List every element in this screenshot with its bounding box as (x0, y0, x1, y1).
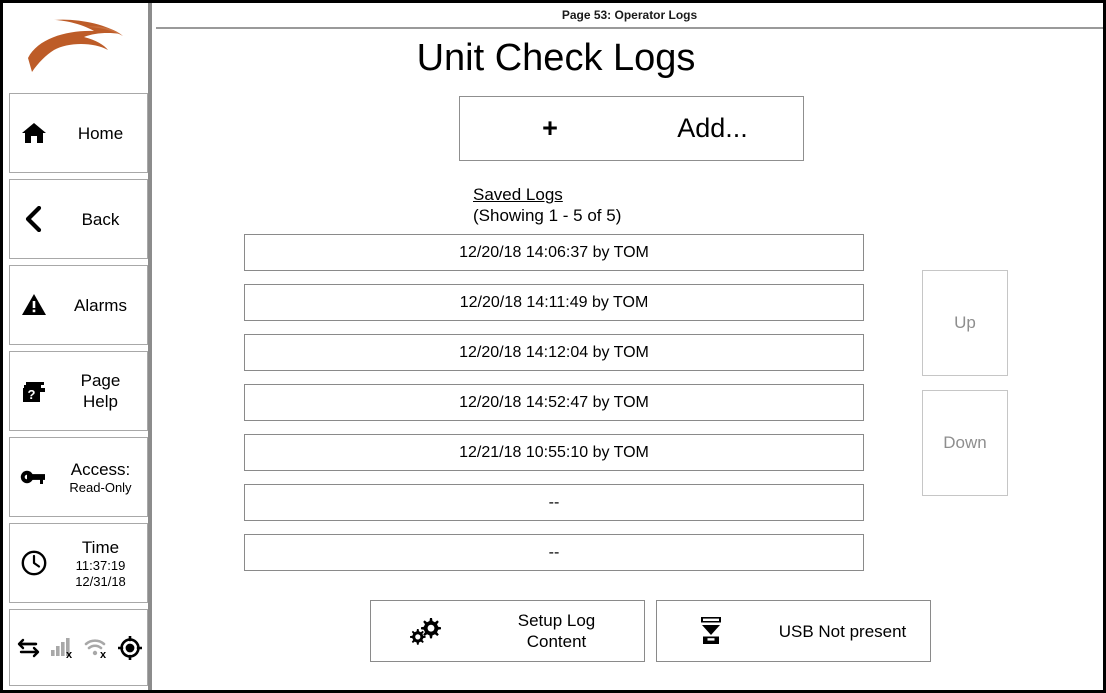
home-icon (10, 121, 58, 145)
clock-icon (10, 550, 58, 576)
sidebar-item-page-help-text: Page Help (58, 370, 147, 412)
gears-icon (371, 615, 479, 647)
usb-save-icon (657, 616, 765, 646)
page-help-icon: ? (10, 378, 58, 405)
usb-status-button[interactable]: USB Not present (656, 600, 931, 662)
sidebar-item-alarms[interactable]: Alarms (9, 265, 148, 345)
page-number-title: Page 53: Operator Logs (561, 8, 698, 22)
sidebar-item-back-text: Back (58, 209, 147, 230)
sidebar-item-time-date: 12/31/18 (75, 573, 126, 589)
svg-text:x: x (99, 649, 106, 659)
sidebar-item-access-text: Access: Read-Only (58, 459, 147, 496)
usb-status-label: USB Not present (778, 621, 907, 641)
sidebar-item-back-label: Back (81, 209, 120, 229)
setup-log-content-label: Setup Log Content (517, 611, 596, 651)
sidebar-item-home-label: Home (77, 123, 124, 143)
list-item[interactable]: 12/21/18 10:55:10 by TOM (244, 434, 864, 471)
warning-icon (10, 293, 58, 317)
svg-text:x: x (65, 649, 72, 659)
sidebar-item-page-help[interactable]: ? Page Help (9, 351, 148, 431)
sidebar-item-back[interactable]: Back (9, 179, 148, 259)
data-transfer-icon (16, 637, 40, 659)
status-icon-row: x x (10, 610, 147, 685)
page-title: Unit Check Logs (416, 37, 696, 79)
sidebar-item-page-help-label-2: Help (83, 392, 118, 411)
sidebar-item-alarms-label: Alarms (74, 295, 127, 315)
sidebar: Home Back Alarms ? Page Help Access: Rea… (3, 3, 152, 690)
scroll-down-button[interactable]: Down (922, 390, 1008, 496)
sidebar-item-time-text: Time 11:37:19 12/31/18 (58, 537, 147, 590)
sidebar-item-home-text: Home (58, 123, 147, 144)
chevron-left-icon (10, 206, 58, 232)
sidebar-item-access[interactable]: Access: Read-Only (9, 437, 148, 517)
list-item[interactable]: 12/20/18 14:06:37 by TOM (244, 234, 864, 271)
main-content: Unit Check Logs + Add... Saved Logs (Sho… (156, 29, 1103, 690)
application-window: Home Back Alarms ? Page Help Access: Rea… (0, 0, 1106, 693)
sidebar-item-time-clock: 11:37:19 (75, 557, 126, 573)
plus-icon: + (542, 113, 558, 143)
list-item[interactable]: 12/20/18 14:52:47 by TOM (244, 384, 864, 421)
saved-logs-heading: Saved Logs (Showing 1 - 5 of 5) (473, 184, 621, 226)
saved-logs-count: (Showing 1 - 5 of 5) (473, 206, 622, 225)
sidebar-status-bar[interactable]: x x (9, 609, 148, 686)
list-item[interactable]: 12/20/18 14:11:49 by TOM (244, 284, 864, 321)
wifi-off-icon: x (84, 637, 108, 659)
list-item[interactable]: -- (244, 484, 864, 521)
saved-logs-title: Saved Logs (473, 185, 563, 204)
sidebar-item-access-label: Access: (70, 459, 131, 479)
gps-target-icon (117, 635, 142, 660)
brand-logo (3, 3, 148, 89)
scroll-up-button[interactable]: Up (922, 270, 1008, 376)
key-icon (10, 468, 58, 486)
sidebar-item-home[interactable]: Home (9, 93, 148, 173)
list-item[interactable]: 12/20/18 14:12:04 by TOM (244, 334, 864, 371)
sidebar-item-time[interactable]: Time 11:37:19 12/31/18 (9, 523, 148, 603)
add-button-label: Add... (677, 113, 748, 143)
setup-log-content-button[interactable]: Setup Log Content (370, 600, 645, 662)
svg-text:?: ? (27, 387, 35, 402)
page-header: Page 53: Operator Logs (156, 3, 1103, 29)
add-button[interactable]: + Add... (459, 96, 804, 161)
sidebar-item-page-help-label-1: Page (80, 371, 121, 390)
cell-signal-off-icon: x (50, 637, 74, 659)
sidebar-item-time-label: Time (81, 537, 120, 557)
swoosh-arrow-logo (24, 18, 128, 74)
sidebar-item-access-value: Read-Only (69, 479, 132, 495)
saved-logs-list: 12/20/18 14:06:37 by TOM 12/20/18 14:11:… (244, 234, 864, 584)
sidebar-item-alarms-text: Alarms (58, 295, 147, 316)
list-item[interactable]: -- (244, 534, 864, 571)
